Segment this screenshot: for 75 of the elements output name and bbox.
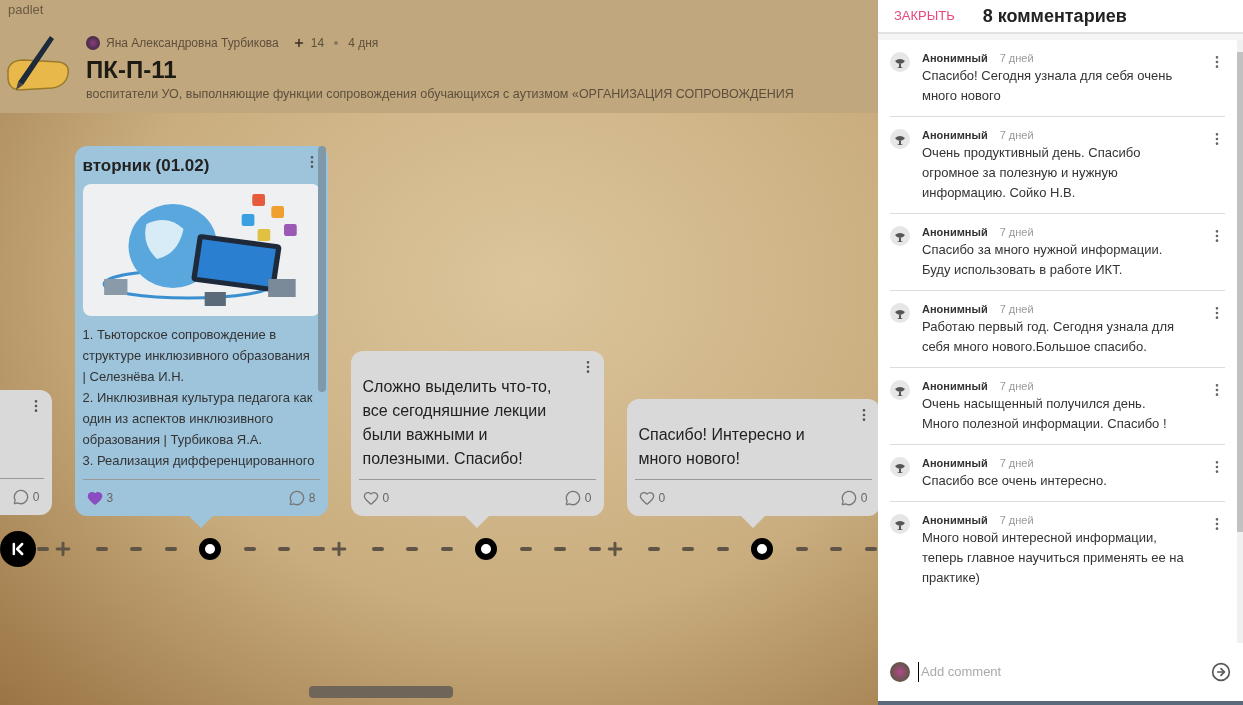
author-name: Яна Александровна Турбикова	[106, 35, 279, 52]
comment-time: 7 дней	[999, 513, 1034, 528]
heart-icon[interactable]	[86, 490, 103, 506]
add-post-icon[interactable]	[53, 539, 73, 559]
card-pointer	[740, 515, 766, 528]
like-total: 14	[310, 35, 325, 52]
comment-time: 7 дней	[999, 302, 1034, 317]
post-text: 1. Тьюторское сопровождение в структуре инклюзивного образования | Селезнёва И.Н. 2. Инклюзивная культура педагога как один из аспектов инклюзивного образования | Турбикова Я.А. 3. Реализация дифференцированного	[81, 326, 316, 470]
post-card[interactable]: 0	[0, 390, 52, 515]
comment-count: 0	[32, 489, 40, 506]
comment-text: Спасибо! Сегодня узнала для себя очень много нового	[922, 67, 1174, 105]
comment-time: 7 дней	[999, 225, 1034, 240]
scrollbar[interactable]	[1237, 40, 1243, 643]
post-card[interactable]: Сложно выделить что-то, все сегодняшние лекции были важными и полезными. Спасибо! 0 0	[350, 351, 604, 516]
timeline-node[interactable]	[475, 538, 498, 560]
timeline-node[interactable]	[199, 538, 222, 560]
comment-text: Очень продуктивный день. Спасибо огромное за полезную и нужную информацию. Сойко Н.В.	[922, 144, 1142, 202]
post-title: вторник (01.02)	[82, 155, 211, 176]
comment-author: Анонимный	[922, 302, 988, 317]
avatar-icon	[890, 380, 910, 400]
post-card[interactable]: Спасибо! Интересно и много нового! 0 0	[626, 399, 878, 516]
heart-icon[interactable]	[362, 490, 379, 506]
comment-text: Очень насыщенный получился день. Много полезной информации. Спасибо !	[922, 395, 1168, 433]
horizontal-scrollbar[interactable]	[309, 686, 453, 698]
board-title: ПК-П-11	[86, 55, 178, 85]
comment-author: Анонимный	[922, 128, 988, 143]
comment-icon[interactable]	[12, 489, 29, 505]
user-avatar	[890, 662, 910, 682]
comment-count: 8	[308, 490, 316, 507]
app-name: padlet	[7, 1, 45, 18]
back-to-start-button[interactable]	[0, 531, 36, 567]
comment-time: 7 дней	[999, 128, 1034, 143]
avatar-icon	[890, 514, 910, 534]
avatar-icon	[890, 303, 910, 323]
timeline-node[interactable]	[751, 538, 774, 560]
comment-time: 7 дней	[999, 456, 1034, 471]
comment-author: Анонимный	[922, 51, 988, 66]
plus-icon	[292, 37, 305, 49]
card-pointer	[188, 515, 214, 528]
add-post-icon[interactable]	[329, 539, 349, 559]
add-post-icon[interactable]	[605, 539, 625, 559]
comment-author: Анонимный	[922, 225, 988, 240]
board-age: 4 дня	[348, 35, 379, 52]
avatar-icon	[890, 129, 910, 149]
like-count: 0	[658, 490, 666, 507]
comment-count: 0	[584, 490, 592, 507]
comment-icon[interactable]	[564, 490, 581, 506]
comment-author: Анонимный	[922, 456, 988, 471]
card-pointer	[464, 515, 490, 528]
like-count: 0	[382, 490, 390, 507]
comment-text: Много новой интересной информации, теперь главное научиться применять ее на практике)	[922, 529, 1185, 587]
author-avatar	[86, 36, 100, 50]
comment-time: 7 дней	[999, 51, 1034, 66]
comment-time: 7 дней	[999, 379, 1034, 394]
comment-text: Работаю первый год. Сегодня узнала для себя много нового.Большое спасибо.	[922, 318, 1176, 356]
post-text: Спасибо! Интересно и много нового!	[637, 425, 806, 469]
scrollbar-thumb[interactable]	[317, 146, 326, 392]
send-icon[interactable]	[1211, 662, 1231, 682]
comment-icon[interactable]	[840, 490, 857, 506]
avatar-icon	[890, 457, 910, 477]
heart-icon[interactable]	[638, 490, 655, 506]
comment-author: Анонимный	[922, 513, 988, 528]
panel-title: 8 комментариев	[982, 4, 1127, 28]
comment-text: Спасибо все очень интересно.	[922, 472, 1108, 490]
avatar-icon	[890, 226, 910, 246]
post-text: Сложно выделить что-то, все сегодняшние лекции были важными и полезными. Спасибо!	[361, 377, 553, 469]
comment-author: Анонимный	[922, 379, 988, 394]
comment-text: Спасибо за много нужной информации. Буду использовать в работе ИКТ.	[922, 241, 1164, 279]
like-count: 3	[106, 490, 114, 507]
close-button[interactable]: ЗАКРЫТЬ	[894, 6, 955, 26]
comment-count: 0	[860, 490, 868, 507]
board-description: воспитатели УО, выполняющие функции сопровождения обучающихся с аутизмом «ОРГАНИЗАЦИЯ СОПРОВОЖДЕНИЯ	[86, 86, 794, 102]
avatar-icon	[890, 52, 910, 72]
comment-input[interactable]: Add comment	[918, 662, 1203, 682]
post-card[interactable]	[74, 146, 328, 516]
